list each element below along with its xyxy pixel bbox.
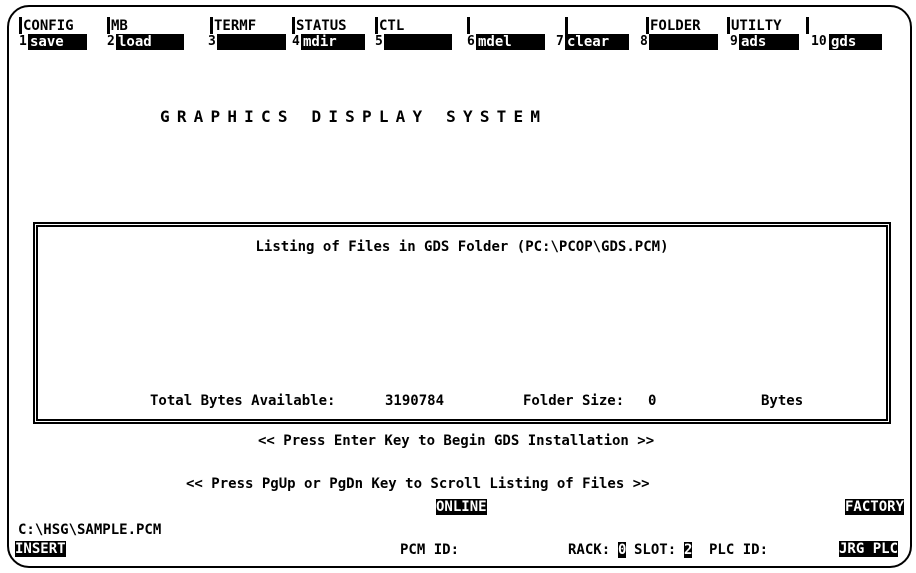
menu-utilty[interactable]: UTILTY [731, 18, 782, 34]
menu-mb[interactable]: MB [111, 18, 128, 34]
page-title: GRAPHICS DISPLAY SYSTEM [160, 107, 548, 126]
fkey-label: mdir [301, 34, 365, 50]
slot-label: SLOT: [634, 542, 677, 558]
fkey-label [217, 34, 286, 50]
fkey-label: load [116, 34, 184, 50]
folder-size-label: Folder Size: [523, 393, 625, 409]
pcm-id-label: PCM ID: [400, 542, 460, 558]
menu-divider [806, 17, 809, 34]
folder-size-value: 0 [648, 393, 657, 409]
menu-config[interactable]: CONFIG [23, 18, 74, 34]
rack-value: 0 [618, 542, 627, 558]
fkey-number: 7 [556, 34, 564, 49]
fkey-number: 5 [375, 34, 383, 49]
file-listing-box[interactable]: Listing of Files in GDS Folder (PC:\PCOP… [33, 222, 891, 424]
total-bytes-label: Total Bytes Available: [150, 393, 336, 409]
menu-folder[interactable]: FOLDER [650, 18, 701, 34]
fkey-label: ads [739, 34, 799, 50]
menu-termf[interactable]: TERMF [214, 18, 256, 34]
fkey-number: 10 [811, 34, 827, 49]
menu-divider [375, 17, 378, 34]
rack-label: RACK: [568, 542, 611, 558]
menu-ctl[interactable]: CTL [379, 18, 404, 34]
fkey-number: 8 [640, 34, 648, 49]
total-bytes-value: 3190784 [385, 393, 445, 409]
insert-mode: INSERT [15, 541, 66, 557]
menu-divider [727, 17, 730, 34]
menu-divider [467, 17, 470, 34]
enter-prompt: << Press Enter Key to Begin GDS Installa… [258, 433, 655, 449]
fkey-number: 2 [107, 34, 115, 49]
bytes-label: Bytes [761, 393, 804, 409]
fkey-number: 6 [467, 34, 475, 49]
menu-divider [565, 17, 568, 34]
fkey-label: clear [565, 34, 629, 50]
fkey-label: mdel [476, 34, 545, 50]
online-status: ONLINE [436, 499, 487, 515]
plc-id-label: PLC ID: [709, 542, 769, 558]
listing-heading: Listing of Files in GDS Folder (PC:\PCOP… [255, 239, 669, 255]
fkey-number: 3 [208, 34, 216, 49]
plc-id-value: JRG PLC [839, 541, 899, 557]
slot-value: 2 [684, 542, 693, 558]
factory-status: FACTORY [845, 499, 905, 515]
scroll-prompt: << Press PgUp or PgDn Key to Scroll List… [186, 476, 650, 492]
fkey-number: 1 [19, 34, 27, 49]
menu-divider [210, 17, 213, 34]
menu-divider [107, 17, 110, 34]
file-path: C:\HSG\SAMPLE.PCM [18, 522, 162, 538]
menu-divider [292, 17, 295, 34]
menu-divider [19, 17, 22, 34]
fkey-label [649, 34, 718, 50]
fkey-number: 9 [730, 34, 738, 49]
fkey-number: 4 [292, 34, 300, 49]
menu-divider [646, 17, 649, 34]
fkey-label [384, 34, 452, 50]
fkey-label: gds [829, 34, 882, 50]
menu-status[interactable]: STATUS [296, 18, 347, 34]
fkey-label: save [28, 34, 87, 50]
